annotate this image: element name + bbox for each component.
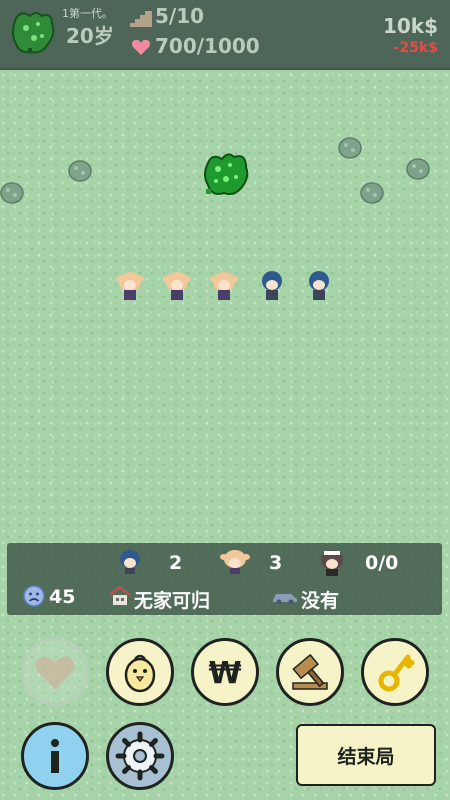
top-status-bar: 1第一代。 20岁 5/10 700/1000 10k$ -25k$ <box>0 0 450 70</box>
bush-icon <box>0 182 24 204</box>
end-game-button[interactable]: 结束局 <box>296 724 436 786</box>
bush-icon <box>338 137 362 159</box>
money-delta-value: -25k$ <box>393 40 438 56</box>
car-icon <box>273 594 297 605</box>
blonde-girl-unit[interactable] <box>116 270 144 302</box>
blue-hair-boy-unit[interactable] <box>258 270 286 302</box>
svg-text:₩: ₩ <box>208 656 241 691</box>
girls-count: 3 <box>269 552 283 574</box>
vehicle-value: 没有 <box>301 590 340 612</box>
info-button[interactable] <box>21 722 89 790</box>
mood-value: 45 <box>49 586 76 608</box>
settings-button[interactable] <box>106 722 174 790</box>
house-icon <box>109 586 131 605</box>
slime-avatar-icon <box>12 12 55 54</box>
generation-label: 1第一代。 <box>62 7 113 20</box>
hp-value: 700/1000 <box>155 34 260 58</box>
status-panel: 2 3 0/0 45 无家可归 没有 <box>7 543 442 615</box>
key-button[interactable] <box>361 638 429 706</box>
gear-icon <box>115 731 165 781</box>
won-currency-icon: ₩ <box>208 656 241 691</box>
floor-value: 5/10 <box>155 4 205 28</box>
gavel-icon <box>292 653 328 690</box>
key-icon <box>378 654 415 692</box>
bush-icon <box>360 182 384 204</box>
sad-face-icon <box>23 585 45 607</box>
blue-hair-boy-icon <box>120 550 140 574</box>
money-value: 10k$ <box>382 14 438 38</box>
green-slime-enemy[interactable] <box>202 151 250 199</box>
info-icon <box>51 739 59 773</box>
heart-icon <box>35 656 75 689</box>
chick-button[interactable] <box>106 638 174 706</box>
maid-icon <box>321 550 343 576</box>
blonde-girl-icon <box>220 550 250 574</box>
boys-count: 2 <box>169 552 183 574</box>
age-value: 20岁 <box>66 24 114 48</box>
chick-icon <box>124 654 156 693</box>
maid-count: 0/0 <box>365 552 399 574</box>
bush-icon <box>68 160 92 182</box>
bush-icon <box>406 158 430 180</box>
gavel-button[interactable] <box>276 638 344 706</box>
home-value: 无家可归 <box>134 590 211 612</box>
heart-button[interactable] <box>21 638 89 706</box>
blonde-girl-unit[interactable] <box>210 270 238 302</box>
blonde-girl-unit[interactable] <box>163 270 191 302</box>
blue-hair-boy-unit[interactable] <box>305 270 333 302</box>
heart-icon <box>131 39 151 55</box>
won-button[interactable]: ₩ <box>191 638 259 706</box>
stairs-icon <box>130 11 152 27</box>
